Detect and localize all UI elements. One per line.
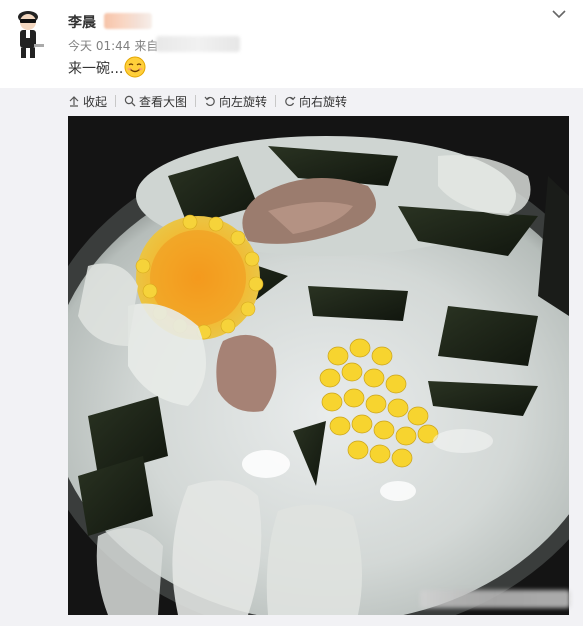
toolbar-divider [195,95,197,107]
toolbar-divider [115,95,117,107]
post-header: 李晨 今天 01:44 来自 来一碗... [0,0,583,88]
smiling-face-icon [124,56,146,78]
author-blurred-badge [104,13,152,29]
image-toolbar: 收起 查看大图 向左旋转 向右旋转 [68,92,347,110]
collapse-label: 收起 [83,94,108,109]
post-source-prefix: 来自 [134,39,159,53]
author-name[interactable]: 李晨 [68,12,96,32]
soup-bowl-image [68,116,569,615]
toolbar-divider [275,95,277,107]
rotate-left-label: 向左旋转 [219,94,268,109]
rotate-left-button[interactable]: 向左旋转 [204,93,267,110]
arrow-up-icon [69,96,79,107]
view-large-button[interactable]: 查看大图 [124,93,187,110]
view-large-label: 查看大图 [139,94,188,109]
post-source-blurred[interactable] [156,36,240,52]
post-image[interactable] [68,116,569,615]
rotate-right-button[interactable]: 向右旋转 [284,93,347,110]
rotate-right-label: 向右旋转 [299,94,348,109]
post-text: 来一碗... [68,61,124,77]
image-watermark [420,590,570,608]
rotate-left-icon [204,96,215,107]
collapse-button[interactable]: 收起 [68,93,107,110]
chevron-down-icon[interactable] [551,6,567,22]
avatar[interactable] [8,8,48,60]
post-meta: 今天 01:44 来自 [68,37,162,54]
post-time[interactable]: 今天 01:44 [68,39,130,53]
rotate-right-icon [285,96,296,107]
magnifier-icon [124,95,136,107]
